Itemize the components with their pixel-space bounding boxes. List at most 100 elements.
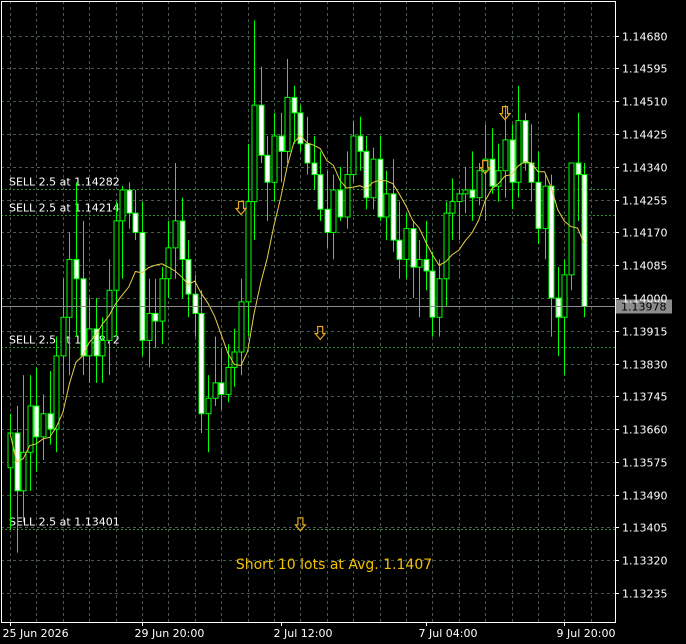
- candle-body: [126, 189, 133, 214]
- candle-body: [80, 278, 87, 357]
- candle-body: [509, 139, 516, 183]
- candle-body: [337, 189, 344, 218]
- y-tick-label: 1.13320: [622, 555, 668, 568]
- x-tick-label: 7 Jul 04:00: [419, 627, 478, 640]
- candle-body: [99, 339, 106, 357]
- order-label: SELL 2.5 at 1.14214: [9, 202, 120, 215]
- candle-body: [284, 96, 291, 152]
- candle-body: [40, 413, 47, 438]
- candle-body: [344, 174, 351, 218]
- candle-body: [33, 405, 40, 438]
- y-tick-label: 1.13830: [622, 359, 668, 372]
- candle-body: [198, 312, 205, 415]
- candle-body: [304, 143, 311, 164]
- y-tick-label: 1.13915: [622, 326, 668, 339]
- y-tick-label: 1.14340: [622, 162, 668, 175]
- candle-body: [258, 104, 265, 156]
- y-tick-label: 1.14510: [622, 96, 668, 109]
- candle-body: [396, 239, 403, 260]
- candle-body: [139, 231, 146, 341]
- candle-body: [542, 185, 549, 230]
- candle-body: [152, 312, 159, 322]
- candle-body: [502, 139, 509, 172]
- candle-body: [172, 220, 179, 249]
- x-tick-label: 2 Jul 12:00: [274, 627, 333, 640]
- candle-body: [165, 247, 172, 280]
- candle-body: [416, 258, 423, 268]
- candle-body: [73, 258, 80, 280]
- y-tick-label: 1.14170: [622, 227, 668, 240]
- candle-body: [278, 135, 285, 152]
- candle-body: [7, 432, 14, 469]
- candle-body: [522, 120, 529, 164]
- candle-body: [476, 170, 483, 199]
- candle-body: [456, 193, 463, 203]
- candle-body: [410, 228, 417, 268]
- candle-body: [350, 135, 357, 176]
- y-tick-label: 1.13575: [622, 457, 668, 470]
- candle-body: [238, 301, 245, 353]
- candle-body: [555, 297, 562, 318]
- candle-body: [377, 158, 384, 218]
- candle-body: [212, 382, 219, 399]
- candle-body: [264, 154, 271, 183]
- candle-body: [429, 270, 436, 318]
- candle-body: [225, 366, 232, 395]
- candle-body: [297, 112, 304, 145]
- position-summary: Short 10 lots at Avg. 1.1407: [236, 557, 432, 573]
- candle-body: [66, 258, 73, 318]
- y-tick-label: 1.13660: [622, 424, 668, 437]
- x-tick-label: 9 Jul 20:00: [557, 627, 616, 640]
- candle-body: [218, 382, 225, 395]
- candle-body: [205, 397, 212, 415]
- y-tick-label: 1.14000: [622, 293, 668, 306]
- candle-body: [185, 258, 192, 295]
- candle-body: [53, 355, 60, 430]
- candle-body: [423, 258, 430, 272]
- candle-body: [561, 274, 568, 318]
- candle-body: [575, 162, 582, 176]
- candle-body: [363, 150, 370, 199]
- candle-body: [469, 189, 476, 199]
- candle-body: [370, 158, 377, 199]
- candle-body: [132, 212, 139, 233]
- y-tick-label: 1.14425: [622, 129, 668, 142]
- y-tick-label: 1.13405: [622, 522, 668, 535]
- candle-body: [357, 135, 364, 152]
- candle-body: [60, 316, 67, 357]
- candle-body: [251, 104, 258, 203]
- candle-body: [324, 208, 331, 233]
- candle-body: [390, 193, 397, 241]
- candle-body: [47, 413, 54, 430]
- candle-body: [548, 185, 555, 299]
- candle-body: [146, 312, 153, 341]
- candle-body: [317, 174, 324, 210]
- candle-body: [93, 328, 100, 357]
- candle-body: [271, 135, 278, 183]
- candlestick-chart: SELL 2.5 at 1.14282 SELL 2.5 at 1.14214 SE…: [0, 0, 686, 644]
- candle-body: [462, 189, 469, 195]
- candle-body: [311, 162, 318, 176]
- y-tick-label: 1.13235: [622, 588, 668, 601]
- x-tick-label: 29 Jun 20:00: [135, 627, 205, 640]
- y-tick-label: 1.13745: [622, 391, 668, 404]
- candle-body: [245, 201, 252, 303]
- x-tick-label: 25 Jun 2026: [3, 627, 69, 640]
- candle-body: [192, 293, 199, 314]
- y-tick-label: 1.14085: [622, 260, 668, 273]
- candle-body: [443, 212, 450, 280]
- candle-body: [330, 189, 337, 233]
- order-label: SELL 2.5 at 1.14282: [9, 176, 120, 189]
- candle-body: [113, 220, 120, 291]
- y-tick-label: 1.13490: [622, 490, 668, 503]
- candle-body: [535, 181, 542, 230]
- y-tick-label: 1.14255: [622, 195, 668, 208]
- candle-body: [383, 193, 390, 218]
- y-tick-label: 1.14595: [622, 63, 668, 76]
- candle-body: [159, 278, 166, 322]
- candle-body: [291, 96, 298, 114]
- candle-body: [179, 220, 186, 260]
- order-label: SELL 2.5 at 1.13401: [9, 516, 120, 529]
- candle-body: [515, 120, 522, 183]
- candle-body: [449, 201, 456, 214]
